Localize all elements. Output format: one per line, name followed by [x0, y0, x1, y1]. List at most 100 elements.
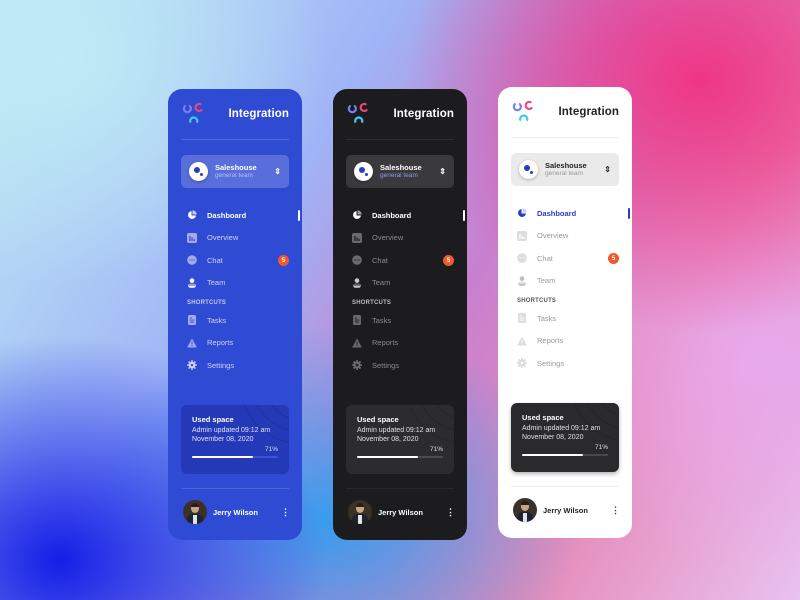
nav-item-overview[interactable]: Overview — [511, 225, 619, 248]
bar-chart-icon — [187, 232, 197, 243]
divider — [511, 486, 619, 487]
nav-item-settings[interactable]: Settings — [511, 352, 619, 375]
nav-item-settings[interactable]: Settings — [181, 354, 289, 377]
chat-icon — [352, 255, 362, 266]
user-icon — [187, 278, 197, 288]
chevron-up-down-icon[interactable]: ⇕ — [604, 165, 611, 174]
brand-header: Integration — [511, 87, 619, 137]
used-space-progress-bar — [357, 455, 443, 458]
workspace-selector[interactable]: Saleshouse general team ⇕ — [511, 153, 619, 186]
nav-item-reports[interactable]: Reports — [511, 330, 619, 353]
warning-icon — [187, 338, 197, 348]
chevron-up-down-icon[interactable]: ⇕ — [274, 167, 281, 176]
used-space-progress-fill — [192, 455, 254, 458]
nav-item-settings[interactable]: Settings — [346, 354, 454, 377]
workspace-selector[interactable]: Saleshouse general team ⇕ — [181, 155, 289, 188]
shortcuts-nav: Tasks Reports Settings — [181, 309, 289, 377]
active-indicator — [628, 208, 630, 219]
nav-label: Dashboard — [372, 210, 412, 220]
document-icon — [517, 313, 527, 324]
more-options-icon[interactable]: ⋮ — [446, 507, 455, 517]
nav-item-team[interactable]: Team — [346, 272, 454, 295]
nav-item-dashboard[interactable]: Dashboard — [346, 204, 465, 227]
nav-item-overview[interactable]: Overview — [181, 227, 289, 250]
nav-item-tasks[interactable]: Tasks — [181, 309, 289, 332]
gear-icon — [352, 360, 362, 371]
nav-item-reports[interactable]: Reports — [181, 332, 289, 355]
brand-title: Integration — [228, 108, 289, 120]
nav-item-reports[interactable]: Reports — [346, 332, 454, 355]
workspace-subtitle: general team — [545, 170, 583, 177]
nav-item-team[interactable]: Team — [511, 270, 619, 293]
used-space-title: Used space — [357, 415, 399, 424]
nav-item-team[interactable]: Team — [181, 272, 289, 295]
workspace-name: Saleshouse — [545, 160, 587, 170]
nav-label: Overview — [372, 233, 404, 243]
nav-item-tasks[interactable]: Tasks — [346, 309, 454, 332]
used-space-updated: Admin updated 09:12 am — [522, 425, 601, 432]
nav-label: Overview — [537, 231, 569, 241]
active-indicator — [298, 210, 300, 221]
warning-icon — [517, 336, 527, 346]
nav-label: Reports — [207, 338, 234, 348]
user-name: Jerry Wilson — [543, 505, 588, 515]
main-nav: Dashboard Overview Chat 5 Team — [346, 204, 465, 295]
nav-label: Settings — [537, 358, 565, 368]
divider — [181, 488, 289, 489]
shortcuts-heading: SHORTCUTS — [517, 298, 557, 304]
workspace-avatar — [189, 162, 208, 181]
user-avatar — [183, 500, 207, 524]
main-nav: Dashboard Overview Chat 5 Team — [181, 204, 300, 295]
sidebar-panel-blue: Integration Saleshouse general team ⇕ Da… — [168, 89, 302, 540]
nav-item-chat[interactable]: Chat 5 — [181, 249, 289, 272]
more-options-icon[interactable]: ⋮ — [281, 507, 290, 517]
used-space-progress-bar — [192, 455, 278, 458]
user-profile[interactable]: Jerry Wilson ⋮ — [513, 498, 620, 522]
gear-icon — [517, 358, 527, 369]
user-name: Jerry Wilson — [213, 507, 258, 517]
used-space-percent: 71% — [594, 443, 608, 451]
nav-item-chat[interactable]: Chat 5 — [511, 247, 619, 270]
user-profile[interactable]: Jerry Wilson ⋮ — [183, 500, 290, 524]
pie-chart-icon — [352, 210, 362, 220]
nav-label: Settings — [207, 360, 235, 370]
pie-chart-icon — [517, 208, 527, 218]
nav-item-chat[interactable]: Chat 5 — [346, 249, 454, 272]
nav-label: Team — [537, 276, 556, 286]
workspace-avatar — [354, 162, 373, 181]
nav-item-overview[interactable]: Overview — [346, 227, 454, 250]
divider — [346, 139, 454, 140]
nav-item-dashboard[interactable]: Dashboard — [511, 202, 630, 225]
used-space-date: November 08, 2020 — [522, 433, 584, 441]
chevron-up-down-icon[interactable]: ⇕ — [439, 167, 446, 176]
nav-label: Chat — [207, 255, 223, 265]
used-space-percent: 71% — [429, 445, 443, 453]
nav-label: Dashboard — [207, 210, 247, 220]
gear-icon — [187, 360, 197, 371]
bar-chart-icon — [352, 232, 362, 243]
nav-item-dashboard[interactable]: Dashboard — [181, 204, 300, 227]
more-options-icon[interactable]: ⋮ — [611, 505, 620, 515]
warning-icon — [352, 338, 362, 348]
chat-icon — [517, 253, 527, 264]
logo-icon — [182, 102, 203, 123]
nav-label: Tasks — [207, 315, 227, 325]
unread-badge: 5 — [443, 255, 454, 266]
user-icon — [517, 276, 527, 286]
divider — [181, 139, 289, 140]
workspace-subtitle: general team — [380, 172, 418, 179]
user-profile[interactable]: Jerry Wilson ⋮ — [348, 500, 455, 524]
workspace-selector[interactable]: Saleshouse general team ⇕ — [346, 155, 454, 188]
document-icon — [352, 315, 362, 326]
shortcuts-heading: SHORTCUTS — [187, 300, 227, 306]
divider — [511, 137, 619, 138]
unread-badge: 5 — [608, 253, 619, 264]
chat-icon — [187, 255, 197, 266]
nav-item-tasks[interactable]: Tasks — [511, 307, 619, 330]
nav-label: Settings — [372, 360, 400, 370]
used-space-progress-fill — [357, 455, 419, 458]
workspace-subtitle: general team — [215, 172, 253, 179]
brand-header: Integration — [346, 89, 454, 139]
nav-label: Dashboard — [537, 208, 577, 218]
logo-icon — [512, 100, 533, 121]
